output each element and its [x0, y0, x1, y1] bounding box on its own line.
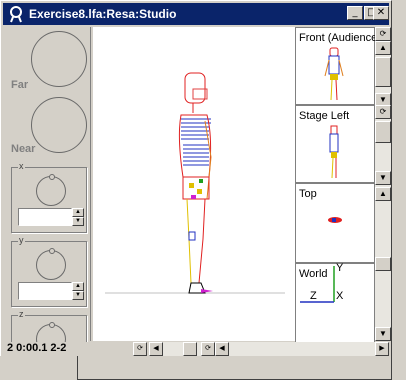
vertical-scrollbar[interactable]: ⟳ ▲ ▼ ⟳ ▼ ▲ ▼	[375, 27, 391, 341]
leg-front	[186, 198, 192, 284]
app-logo-icon	[7, 5, 25, 23]
torso-bands	[181, 118, 211, 166]
y-axis-group: y ▲ ▼	[11, 235, 87, 307]
x-rotation-dial[interactable]	[36, 174, 66, 206]
view-world-label: World	[299, 268, 328, 280]
y-spin-up-icon[interactable]: ▲	[72, 282, 84, 291]
scroll-up-icon[interactable]: ▲	[375, 41, 391, 55]
studio-window: Exercise8.lfa:Resa:Studio _ □ ✕ Far Near…	[0, 0, 392, 380]
leg-back	[198, 198, 206, 284]
window-title: Exercise8.lfa:Resa:Studio	[29, 7, 177, 21]
view-front-label: Front (Audience)	[299, 32, 381, 44]
refresh-icon-2[interactable]: ⟳	[201, 342, 215, 356]
y-rotation-dial[interactable]	[36, 248, 66, 280]
view-top[interactable]: Top	[295, 183, 375, 263]
close-button[interactable]: ✕	[373, 6, 389, 20]
world-y-axis-label: Y	[336, 262, 344, 274]
near-dial[interactable]	[31, 97, 87, 153]
z-axis-label: z	[18, 309, 25, 319]
world-z-axis-label: Z	[310, 290, 317, 302]
camera-control-panel: Far Near x ▲ ▼ y ▲ ▼ z	[5, 27, 91, 354]
background-panel	[0, 356, 78, 380]
main-viewport[interactable]	[93, 27, 295, 341]
x-value-field[interactable]	[18, 208, 72, 226]
scroll-left-icon[interactable]: ◀	[149, 342, 163, 356]
y-axis-label: y	[18, 235, 25, 245]
far-dial[interactable]	[31, 31, 87, 87]
x-spin-up-icon[interactable]: ▲	[72, 208, 84, 217]
view-cycle-icon[interactable]: ⟳	[375, 27, 391, 41]
status-text: 2 0:00.1 2-2	[7, 342, 67, 354]
view-world[interactable]: World Y Z X	[295, 262, 375, 343]
hip-markers	[189, 179, 203, 199]
scroll-down-icon-3[interactable]: ▼	[375, 327, 391, 341]
scroll-right-icon[interactable]: ▶	[375, 342, 389, 356]
y-spin-down-icon[interactable]: ▼	[72, 291, 84, 300]
refresh-icon[interactable]: ⟳	[133, 342, 147, 356]
view-stage-left[interactable]: Stage Left	[295, 105, 375, 183]
view-panel: Front (Audience) Stage Left Top World Y …	[295, 27, 381, 343]
timeline-scrollbar[interactable]: ⟳ ◀ ⟳ ◀ ▶	[133, 342, 389, 356]
scroll-thumb-2[interactable]	[375, 121, 391, 143]
x-spin-down-icon[interactable]: ▼	[72, 217, 84, 226]
y-spin-buttons[interactable]: ▲ ▼	[72, 282, 84, 300]
world-x-axis-label: X	[336, 290, 344, 302]
view-cycle-icon-2[interactable]: ⟳	[375, 105, 391, 119]
y-value-field[interactable]	[18, 282, 72, 300]
scroll-thumb[interactable]	[375, 57, 391, 87]
scroll-thumb-h[interactable]	[183, 342, 197, 356]
view-top-label: Top	[299, 188, 317, 200]
scroll-down-icon-2[interactable]: ▼	[375, 171, 391, 185]
scroll-up-icon-3[interactable]: ▲	[375, 187, 391, 201]
x-axis-group: x ▲ ▼	[11, 161, 87, 233]
far-label: Far	[11, 79, 29, 91]
view-front[interactable]: Front (Audience)	[295, 27, 381, 105]
title-bar[interactable]: Exercise8.lfa:Resa:Studio _ □	[3, 3, 389, 25]
z-axis-group: z	[11, 309, 87, 354]
view-stage-left-label: Stage Left	[299, 110, 350, 122]
x-spin-buttons[interactable]: ▲ ▼	[72, 208, 84, 226]
near-label: Near	[11, 143, 36, 155]
figure-side-view	[105, 72, 285, 294]
scroll-thumb-3[interactable]	[375, 257, 391, 271]
minimize-button[interactable]: _	[347, 6, 363, 20]
x-axis-label: x	[18, 161, 25, 171]
scroll-left-icon-2[interactable]: ◀	[215, 342, 229, 356]
